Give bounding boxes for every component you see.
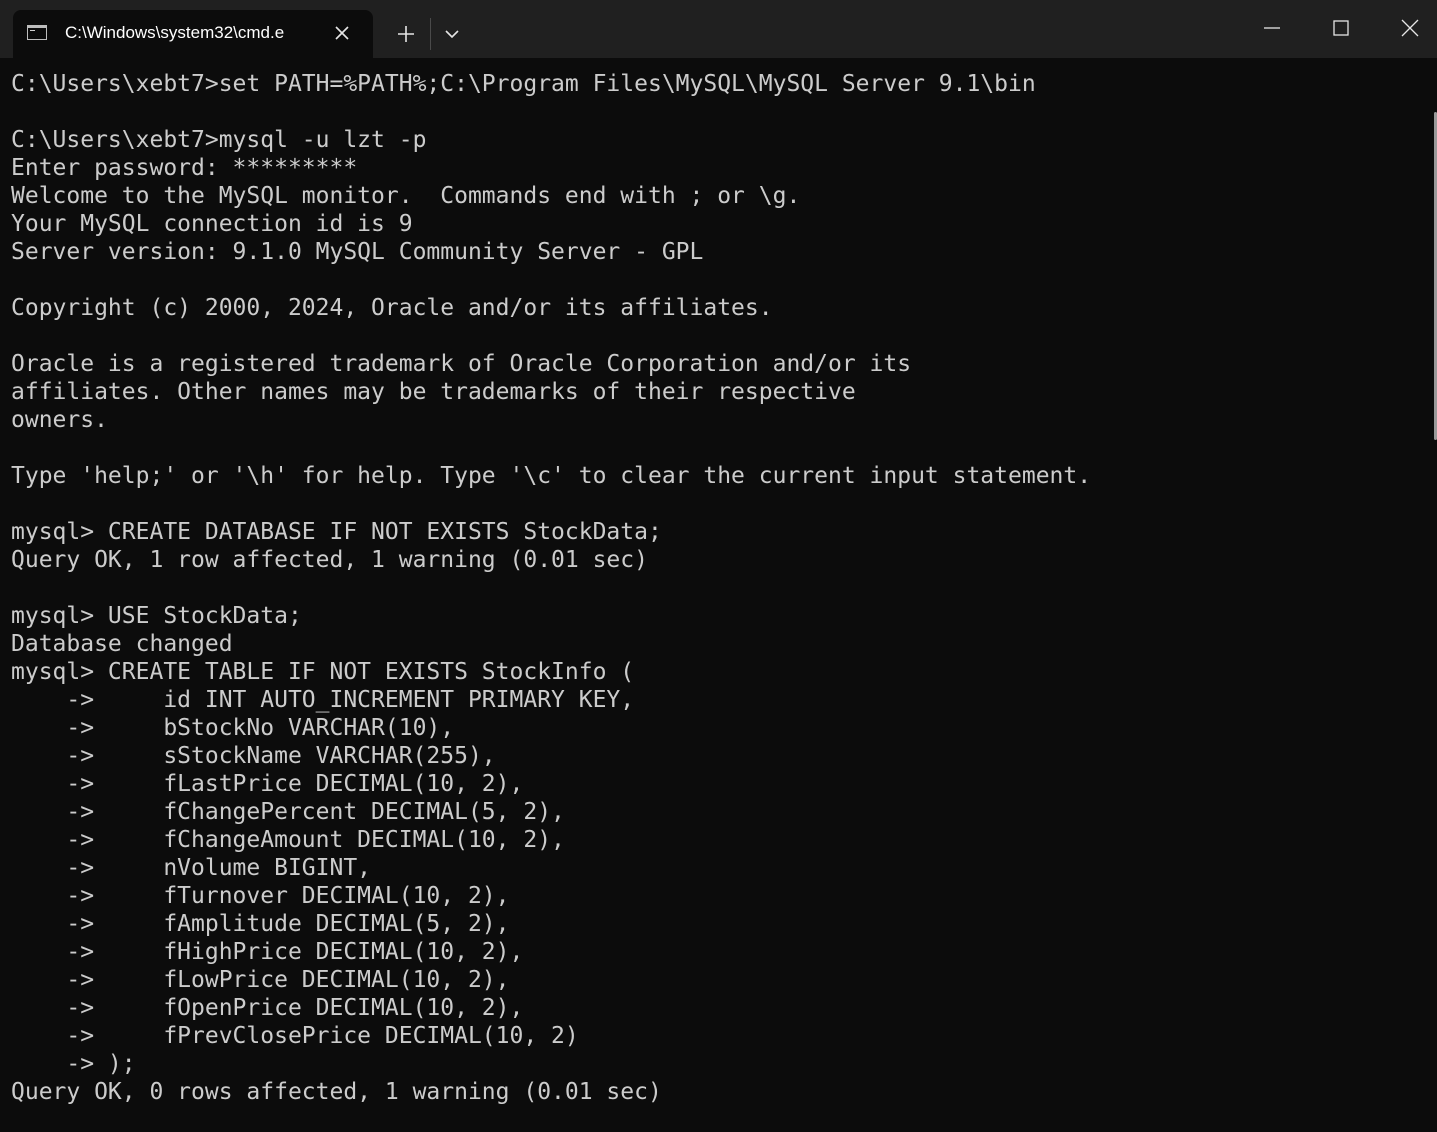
terminal-line: Query OK, 0 rows affected, 1 warning (0.… [11,1079,662,1105]
chevron-down-icon [445,30,459,39]
terminal-line: -> fLowPrice DECIMAL(10, 2), [11,967,510,993]
terminal-line: Query OK, 1 row affected, 1 warning (0.0… [11,547,648,573]
maximize-button[interactable] [1307,0,1375,56]
terminal-line: C:\Users\xebt7>set PATH=%PATH%;C:\Progra… [11,71,1036,97]
title-bar[interactable]: C:\Windows\system32\cmd.e [0,0,1437,58]
tab-dropdown-button[interactable] [440,21,464,47]
terminal-line: -> fChangeAmount DECIMAL(10, 2), [11,827,565,853]
terminal-line: -> bStockNo VARCHAR(10), [11,715,455,741]
minimize-icon [1264,27,1280,29]
terminal-lines: C:\Users\xebt7>set PATH=%PATH%;C:\Progra… [11,70,1421,1106]
terminal-line: mysql> CREATE DATABASE IF NOT EXISTS Sto… [11,519,662,545]
tab-divider [430,18,431,50]
terminal-window: C:\Windows\system32\cmd.e C:\Users\xebt7… [0,0,1437,1132]
terminal-line: -> sStockName VARCHAR(255), [11,743,496,769]
close-icon [335,26,349,40]
terminal-line: Welcome to the MySQL monitor. Commands e… [11,183,801,209]
terminal-icon [27,25,47,40]
close-icon [1401,19,1419,37]
window-close-button[interactable] [1376,0,1437,56]
terminal-line: -> fTurnover DECIMAL(10, 2), [11,883,510,909]
terminal-line: -> fLastPrice DECIMAL(10, 2), [11,771,524,797]
terminal-output[interactable]: C:\Users\xebt7>set PATH=%PATH%;C:\Progra… [0,58,1437,1132]
terminal-line: Copyright (c) 2000, 2024, Oracle and/or … [11,295,773,321]
new-tab-button[interactable] [392,21,420,47]
terminal-line: -> ); [11,1051,136,1077]
tab-cmd[interactable]: C:\Windows\system32\cmd.e [13,10,373,58]
terminal-line: Enter password: ********* [11,155,358,181]
terminal-line: Type 'help;' or '\h' for help. Type '\c'… [11,463,1092,489]
terminal-line: mysql> CREATE TABLE IF NOT EXISTS StockI… [11,659,635,685]
terminal-line: -> fHighPrice DECIMAL(10, 2), [11,939,524,965]
minimize-button[interactable] [1238,0,1306,56]
terminal-line: Database changed [11,631,233,657]
terminal-line: owners. [11,407,108,433]
plus-icon [398,26,414,42]
maximize-icon [1333,20,1349,36]
terminal-line: affiliates. Other names may be trademark… [11,379,856,405]
terminal-line: -> fChangePercent DECIMAL(5, 2), [11,799,565,825]
terminal-line: Oracle is a registered trademark of Orac… [11,351,912,377]
terminal-line: Your MySQL connection id is 9 [11,211,413,237]
terminal-line: Server version: 9.1.0 MySQL Community Se… [11,239,704,265]
terminal-line: C:\Users\xebt7>mysql -u lzt -p [11,127,427,153]
terminal-line: -> fOpenPrice DECIMAL(10, 2), [11,995,524,1021]
terminal-line: mysql> USE StockData; [11,603,302,629]
terminal-line: -> id INT AUTO_INCREMENT PRIMARY KEY, [11,687,635,713]
terminal-line: -> fAmplitude DECIMAL(5, 2), [11,911,510,937]
terminal-line: -> nVolume BIGINT, [11,855,372,881]
tab-close-button[interactable] [331,22,353,44]
terminal-line: -> fPrevClosePrice DECIMAL(10, 2) [11,1023,579,1049]
tab-title: C:\Windows\system32\cmd.e [65,23,285,42]
